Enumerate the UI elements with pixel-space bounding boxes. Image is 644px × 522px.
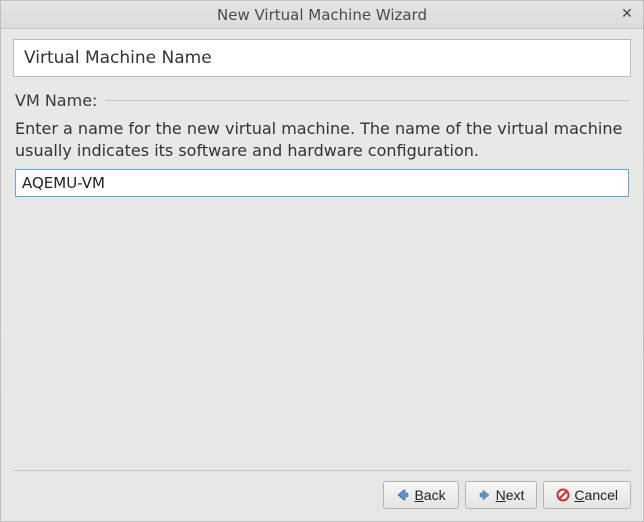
cancel-icon [556, 488, 570, 502]
wizard-window: New Virtual Machine Wizard ✕ Virtual Mac… [0, 0, 644, 522]
arrow-right-icon [478, 488, 492, 502]
group-divider [105, 100, 629, 101]
group-description: Enter a name for the new virtual machine… [15, 118, 629, 161]
vm-name-group: VM Name: Enter a name for the new virtua… [13, 91, 631, 454]
title-bar: New Virtual Machine Wizard ✕ [1, 1, 643, 29]
window-title: New Virtual Machine Wizard [217, 6, 427, 24]
back-button[interactable]: Back [383, 481, 458, 509]
group-label-row: VM Name: [15, 91, 629, 110]
arrow-left-icon [396, 488, 410, 502]
button-bar: Back Next Cancel [1, 462, 643, 521]
step-header: Virtual Machine Name [13, 39, 631, 77]
button-bar-divider [13, 470, 631, 471]
wizard-content: Virtual Machine Name VM Name: Enter a na… [1, 29, 643, 462]
close-icon[interactable]: ✕ [619, 6, 635, 22]
back-button-label: Back [414, 487, 445, 503]
next-button-label: Next [496, 487, 525, 503]
button-row: Back Next Cancel [13, 481, 631, 509]
cancel-button-label: Cancel [574, 487, 618, 503]
step-header-label: Virtual Machine Name [24, 48, 212, 68]
cancel-button[interactable]: Cancel [543, 481, 631, 509]
group-title: VM Name: [15, 91, 105, 110]
next-button[interactable]: Next [465, 481, 538, 509]
vm-name-input[interactable] [15, 169, 629, 197]
